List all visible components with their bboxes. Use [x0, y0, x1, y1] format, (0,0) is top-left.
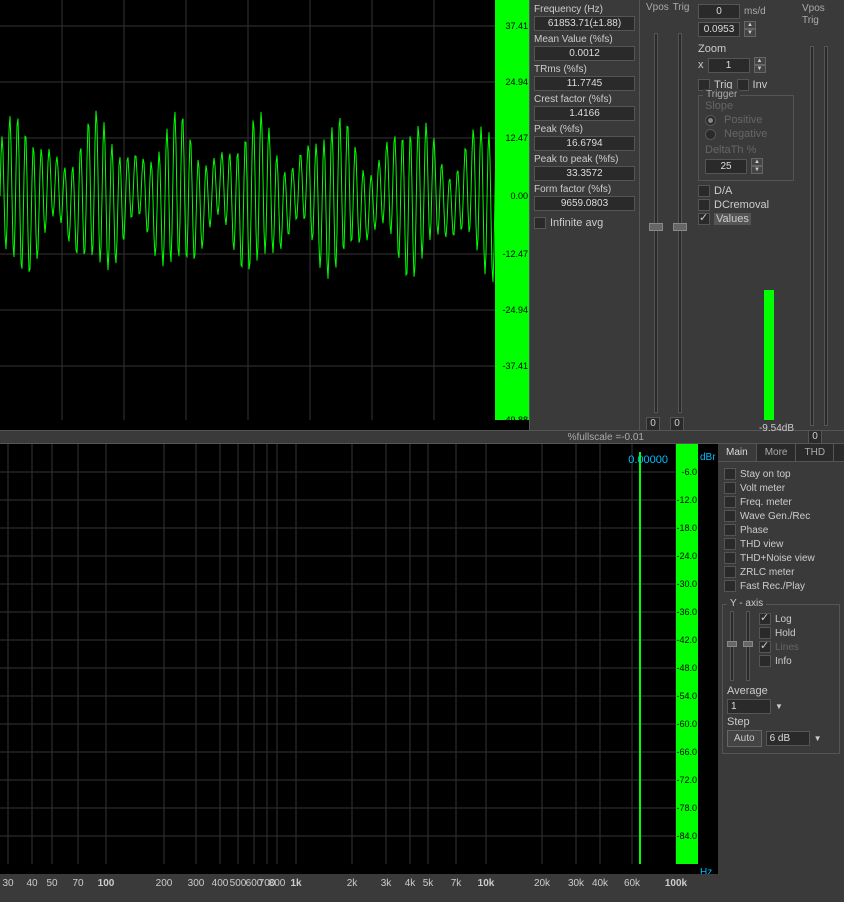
wave-gen-checkbox[interactable]: [724, 510, 736, 522]
lines-checkbox[interactable]: [759, 641, 771, 653]
zoom-spinner[interactable]: ▲▼: [754, 57, 766, 73]
level-meter: [764, 290, 774, 420]
yaxis-offset-slider[interactable]: [727, 611, 737, 681]
yaxis-scale-slider[interactable]: [743, 611, 753, 681]
trig2-slider[interactable]: [816, 46, 828, 426]
options-panel: Main More THD Stay on top Volt meter Fre…: [718, 444, 844, 902]
trig-label: Trig: [670, 2, 692, 13]
vpos2-slider[interactable]: [802, 46, 814, 426]
spectrum-canvas[interactable]: 0.00000 -6.0-12.0-18.0-24.0-30.0-36.0-42…: [0, 444, 718, 902]
phase-checkbox[interactable]: [724, 524, 736, 536]
tab-thd[interactable]: THD: [796, 444, 834, 461]
freq-meter-checkbox[interactable]: [724, 496, 736, 508]
timebase-spinner[interactable]: ▲▼: [744, 21, 756, 37]
log-checkbox[interactable]: [759, 613, 771, 625]
auto-button[interactable]: Auto: [727, 730, 762, 747]
average-select[interactable]: 1: [727, 699, 771, 714]
p2p-value: 33.3572: [534, 166, 635, 181]
right-channel-controls: Vpos Trig 0: [800, 0, 844, 430]
da-checkbox[interactable]: [698, 185, 710, 197]
scope-controls: Vpos 0 Trig 0 0 ms/d 0.0953: [640, 0, 800, 430]
mean-label: Mean Value (%fs): [534, 32, 635, 46]
freq-label: Frequency (Hz): [534, 2, 635, 16]
deltath-spinner[interactable]: ▲▼: [751, 158, 763, 174]
spectrum-y-scale: -6.0-12.0-18.0-24.0-30.0-36.0-42.0-48.0-…: [676, 444, 698, 864]
trig-slider[interactable]: [670, 33, 690, 413]
trig2-label: Trig: [802, 15, 819, 26]
vpos-slider[interactable]: [646, 33, 666, 413]
thd-view-checkbox[interactable]: [724, 538, 736, 550]
oscilloscope-canvas[interactable]: 37.4124.9412.470.00-12.47-24.94-37.41-49…: [0, 0, 530, 430]
trms-label: TRms (%fs): [534, 62, 635, 76]
step-label: Step: [727, 716, 835, 728]
spectrum-x-axis: 304050701002003004005006007008001k2k3k4k…: [0, 874, 718, 902]
form-label: Form factor (%fs): [534, 182, 635, 196]
crest-value: 1.4166: [534, 106, 635, 121]
stay-on-top-checkbox[interactable]: [724, 468, 736, 480]
right-zero-button[interactable]: 0: [808, 430, 822, 444]
hold-checkbox[interactable]: [759, 627, 771, 639]
zoom-label: Zoom: [698, 43, 726, 55]
scope-y-scale: 37.4124.9412.470.00-12.47-24.94-37.41-49…: [495, 0, 529, 420]
timebase-input[interactable]: 0.0953: [698, 22, 740, 37]
slope-positive-radio[interactable]: [705, 115, 716, 126]
spectrum-cursor-value: 0.00000: [628, 454, 668, 466]
measurements-panel: Frequency (Hz)61853.71(±1.88) Mean Value…: [530, 0, 640, 430]
infinite-avg-checkbox[interactable]: [534, 217, 546, 229]
crest-label: Crest factor (%fs): [534, 92, 635, 106]
peak-value: 16.6794: [534, 136, 635, 151]
dcremoval-checkbox[interactable]: [698, 199, 710, 211]
level-value: -9.54dB: [759, 423, 794, 434]
db-unit-label: dBr: [700, 452, 718, 463]
zrlc-checkbox[interactable]: [724, 566, 736, 578]
zoom-input[interactable]: 1: [708, 58, 750, 73]
deltath-input[interactable]: 25: [705, 159, 747, 174]
slope-label: Slope: [705, 100, 787, 112]
slider-value: 0: [698, 4, 740, 19]
p2p-label: Peak to peak (%fs): [534, 152, 635, 166]
volt-meter-checkbox[interactable]: [724, 482, 736, 494]
freq-value: 61853.71(±1.88): [534, 16, 635, 31]
tab-main[interactable]: Main: [718, 444, 757, 461]
trig-zero-button[interactable]: 0: [670, 417, 684, 431]
form-value: 9659.0803: [534, 196, 635, 211]
step-select[interactable]: 6 dB: [766, 731, 810, 746]
infinite-avg-label: Infinite avg: [550, 217, 603, 229]
mean-value: 0.0012: [534, 46, 635, 61]
info-checkbox[interactable]: [759, 655, 771, 667]
values-checkbox[interactable]: [698, 213, 710, 225]
footer-readout: %fullscale =-0.01: [0, 430, 844, 444]
average-label: Average: [727, 685, 835, 697]
vpos2-label: Vpos: [802, 3, 825, 14]
vpos-label: Vpos: [646, 2, 668, 13]
trms-value: 11.7745: [534, 76, 635, 91]
vpos-zero-button[interactable]: 0: [646, 417, 660, 431]
slope-negative-radio[interactable]: [705, 129, 716, 140]
thd-noise-checkbox[interactable]: [724, 552, 736, 564]
trigger-fieldset-title: Trigger: [703, 89, 740, 100]
zoom-x-label: x: [698, 59, 704, 71]
timebase-unit: ms/d: [744, 6, 766, 17]
yaxis-title: Y - axis: [727, 598, 766, 609]
peak-label: Peak (%fs): [534, 122, 635, 136]
tab-more[interactable]: More: [757, 444, 797, 461]
fast-rec-checkbox[interactable]: [724, 580, 736, 592]
deltath-label: DeltaTh %: [705, 144, 787, 156]
